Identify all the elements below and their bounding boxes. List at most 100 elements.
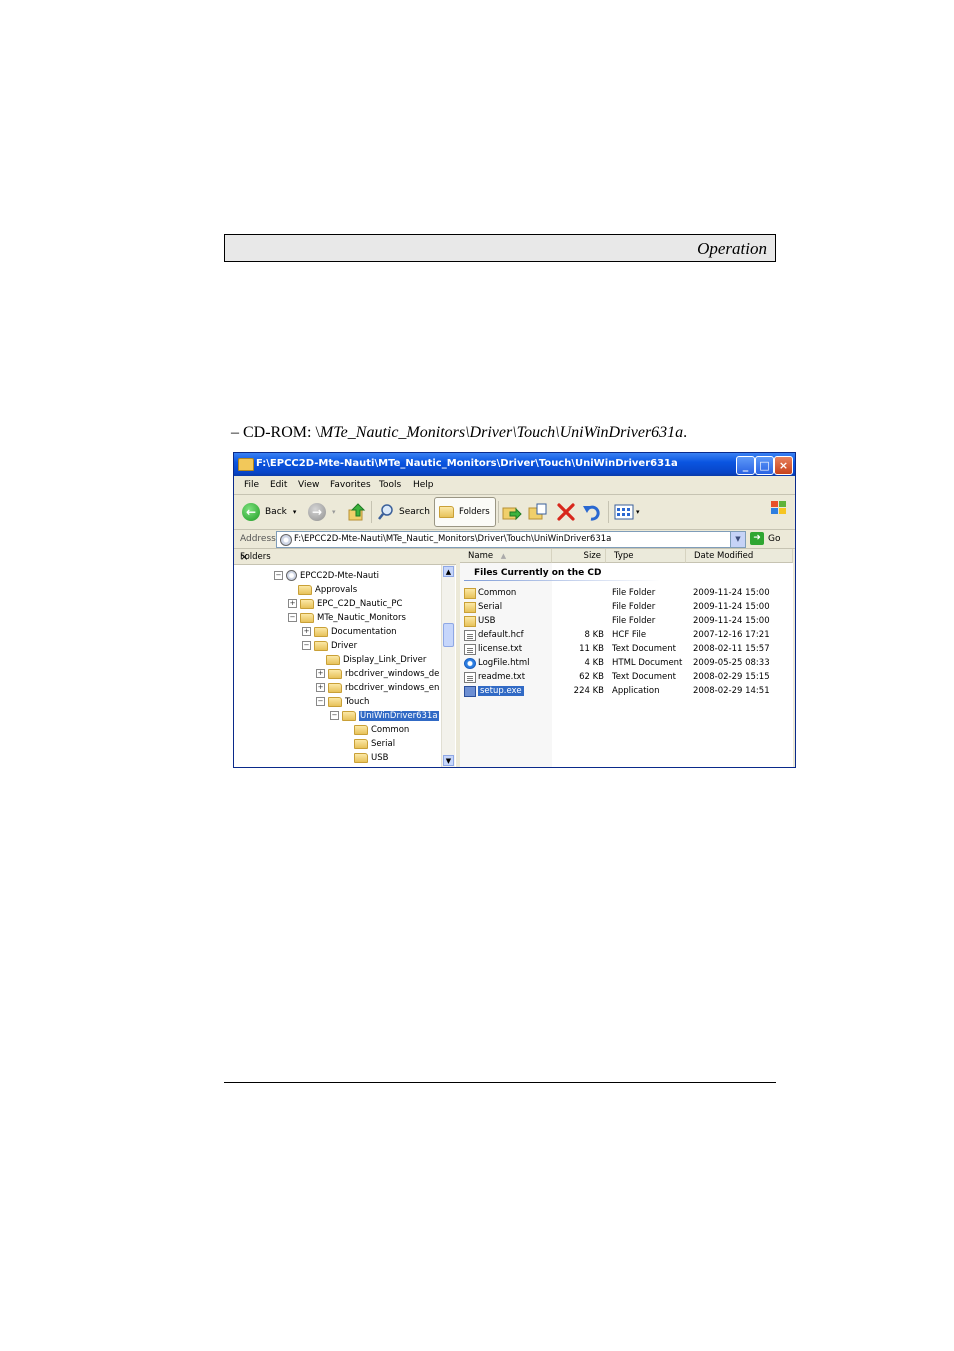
collapse-icon[interactable]: − [330,711,339,720]
delete-icon [557,503,575,521]
column-header-size[interactable]: Size [552,549,606,563]
file-name: Common [478,588,517,598]
column-type-label: Type [614,551,634,561]
file-type: Text Document [612,672,676,682]
tree-scrollbar[interactable]: ▲ ▼ [441,565,455,767]
file-name: default.hcf [478,630,524,640]
folder-icon [326,654,340,665]
file-type: HTML Document [612,658,683,668]
back-label: Back [265,507,287,517]
folder-icon [238,458,254,471]
search-icon [378,504,393,520]
address-input[interactable]: F:\EPCC2D-Mte-Nauti\MTe_Nautic_Monitors\… [276,531,746,548]
tree-item-label: Common [371,724,410,735]
dropdown-arrow-icon: ▾ [332,508,336,516]
scroll-thumb[interactable] [443,623,454,647]
collapse-icon[interactable]: − [316,697,325,706]
views-button[interactable]: ▾ [614,503,640,521]
back-arrow-icon: ← [242,503,260,521]
expand-icon[interactable]: + [302,627,311,636]
file-row[interactable]: LogFile.html 4 KB HTML Document 2009-05-25 … [460,657,793,671]
copy-to-button[interactable] [528,502,548,522]
tree-item[interactable]: − Touch [316,695,369,708]
column-header-date[interactable]: Date Modified [686,549,793,563]
menu-edit[interactable]: Edit [270,480,287,490]
tree-item-label: UniWinDriver631a [359,710,439,721]
tree-item[interactable]: Common [344,723,409,736]
tree-item[interactable]: Serial [344,737,395,750]
scroll-up-button[interactable]: ▲ [443,566,454,577]
toolbar-separator [498,501,499,523]
menu-file[interactable]: File [244,480,259,490]
scroll-down-button[interactable]: ▼ [443,755,454,766]
tree-item[interactable]: + rbcdriver_windows_de [316,667,439,680]
folder-icon [464,616,476,627]
folder-icon [314,640,328,651]
up-folder-button[interactable] [348,502,366,522]
close-button[interactable]: × [774,456,793,475]
folders-pane-header: Folders × [234,549,456,565]
menu-tools[interactable]: Tools [379,480,401,490]
search-label: Search [399,507,430,517]
menu-favorites[interactable]: Favorites [330,480,371,490]
file-row[interactable]: setup.exe 224 KB Application 2008-02-29 14:… [460,685,793,699]
address-dropdown-button[interactable]: ▼ [730,532,745,547]
tree-item-label: Driver [331,640,358,651]
file-row[interactable]: USB File Folder 2009-11-24 15:00 [460,615,793,629]
expand-icon[interactable]: + [316,669,325,678]
file-row[interactable]: Common File Folder 2009-11-24 15:00 [460,587,793,601]
file-date: 2009-11-24 15:00 [693,616,770,626]
maximize-button[interactable]: □ [755,456,774,475]
file-size: 4 KB [584,658,604,668]
document-icon [464,644,476,655]
file-date: 2008-02-29 15:15 [693,672,770,682]
tree-item[interactable]: − EPCC2D-Mte-Nauti [274,569,379,582]
tree-item[interactable]: − Driver [302,639,357,652]
forward-button[interactable]: → ▾ [308,503,336,521]
tree-item[interactable]: + Documentation [302,625,397,638]
menu-bar: File Edit View Favorites Tools Help [234,476,795,514]
collapse-icon[interactable]: − [274,571,283,580]
undo-button[interactable] [582,502,602,522]
file-row[interactable]: default.hcf 8 KB HCF File 2007-12-16 17:21 [460,629,793,643]
search-button[interactable]: Search [377,503,430,521]
explorer-window: F:\EPCC2D-Mte-Nauti\MTe_Nautic_Monitors\… [233,452,796,768]
menu-help[interactable]: Help [413,480,434,490]
tree-item[interactable]: + EPC_C2D_Nautic_PC [288,597,402,610]
address-value: F:\EPCC2D-Mte-Nauti\MTe_Nautic_Monitors\… [294,534,612,544]
column-header-name[interactable]: Name ▲ [460,549,552,563]
toolbar-separator [608,501,609,523]
collapse-icon[interactable]: − [302,641,311,650]
expand-icon[interactable]: + [288,599,297,608]
file-row[interactable]: license.txt 11 KB Text Document 2008-02-11 … [460,643,793,657]
expand-icon[interactable]: + [316,683,325,692]
tree-item[interactable]: + rbcdriver_windows_en [316,681,439,694]
tree-item[interactable]: − UniWinDriver631a [330,709,439,722]
tree-item[interactable]: Approvals [288,583,357,596]
file-size: 8 KB [584,630,604,640]
move-to-button[interactable] [502,502,522,522]
toolbar: ← Back ▾ → ▾ Search Folders ▾ [234,495,795,530]
minimize-button[interactable]: _ [736,456,755,475]
collapse-icon[interactable]: − [288,613,297,622]
title-bar[interactable]: F:\EPCC2D-Mte-Nauti\MTe_Nautic_Monitors\… [234,453,795,476]
file-type: Application [612,686,660,696]
undo-icon [583,505,600,521]
tree-item[interactable]: Display_Link_Driver [316,653,426,666]
close-pane-button[interactable]: × [240,552,450,563]
tree-item[interactable]: USB [344,751,388,764]
folders-button[interactable]: Folders [434,497,496,527]
tree-item-label: rbcdriver_windows_en [345,682,440,693]
delete-button[interactable] [556,502,576,522]
back-button[interactable]: ← Back ▾ [242,503,296,521]
file-row[interactable]: Serial File Folder 2009-11-24 15:00 [460,601,793,615]
group-divider [464,580,660,581]
column-size-label: Size [583,551,601,561]
file-row[interactable]: readme.txt 62 KB Text Document 2008-02-29 1… [460,671,793,685]
tree-item[interactable]: − MTe_Nautic_Monitors [288,611,406,624]
folder-icon [314,626,328,637]
go-button[interactable]: Go [768,534,780,544]
column-header-type[interactable]: Type [606,549,686,563]
menu-view[interactable]: View [298,480,319,490]
go-arrow-icon[interactable]: ➜ [750,532,764,545]
